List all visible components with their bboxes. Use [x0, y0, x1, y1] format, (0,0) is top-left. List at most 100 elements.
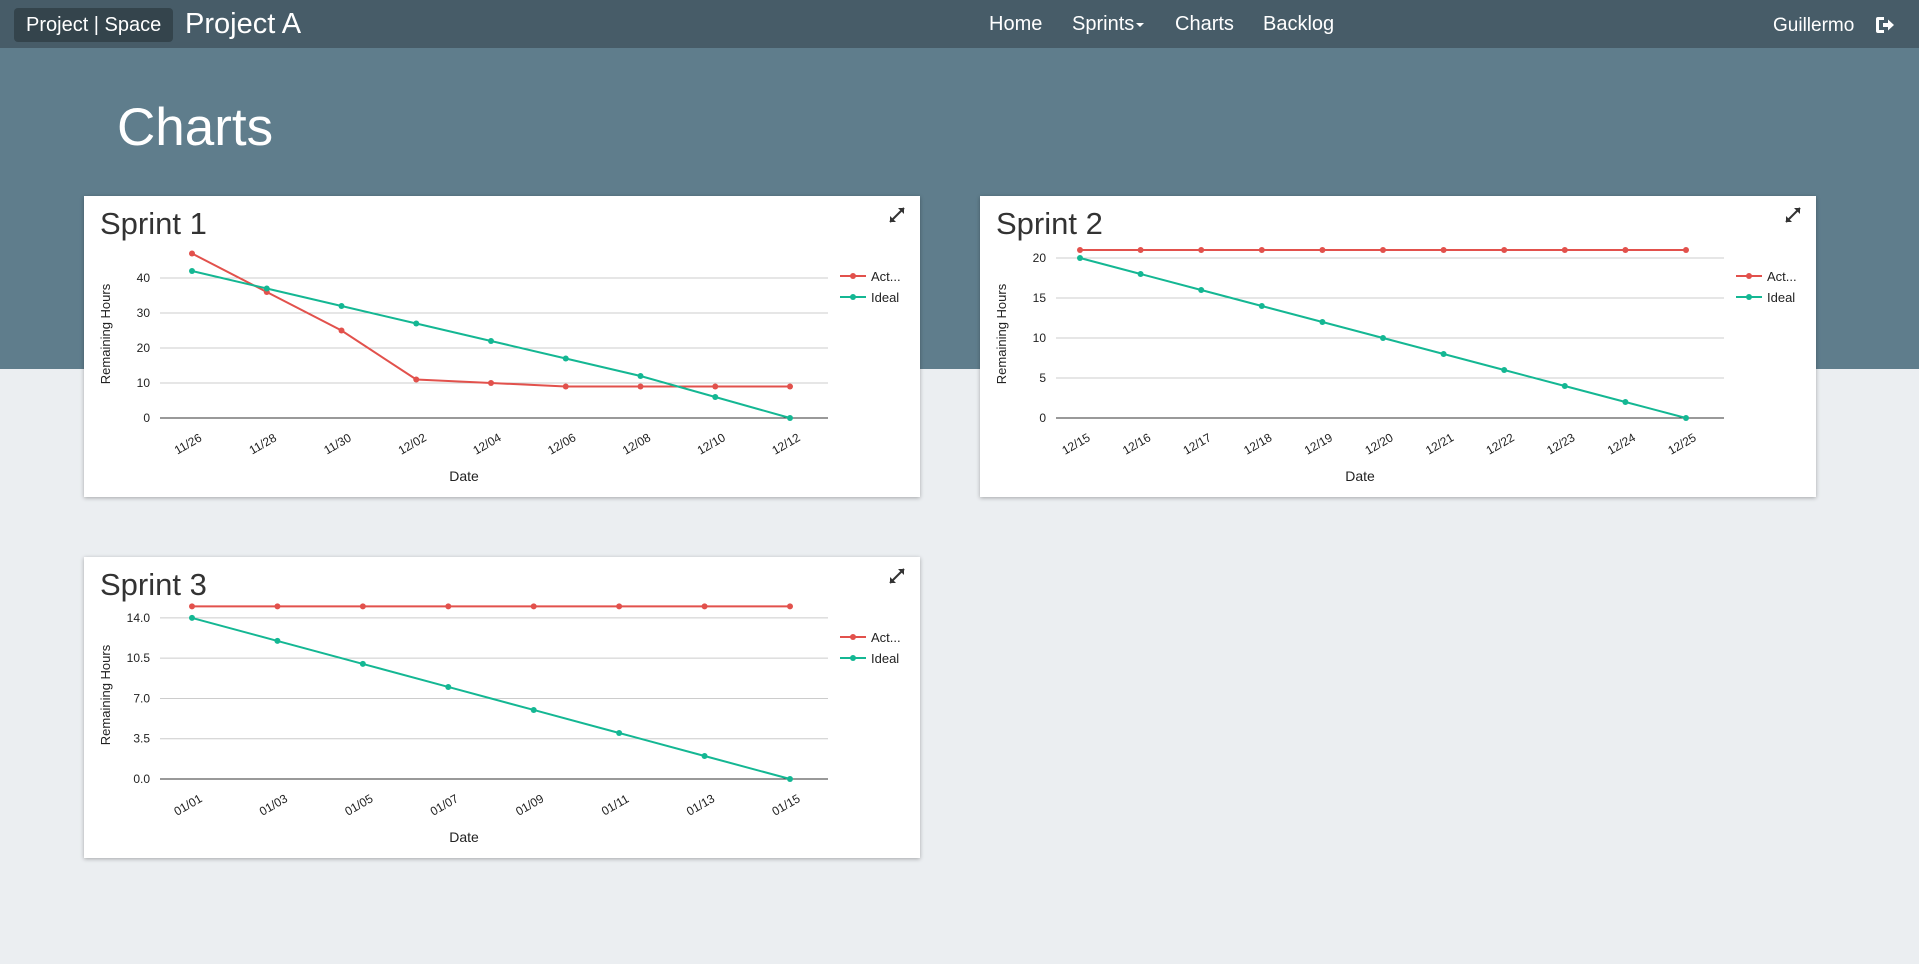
x-tick-label: 11/30 [321, 430, 354, 457]
data-point-actual [445, 603, 452, 610]
data-point-actual [1561, 247, 1568, 253]
y-tick-label: 20 [1033, 251, 1047, 265]
sign-out-icon[interactable] [1874, 14, 1896, 36]
y-tick-label: 0.0 [133, 772, 150, 786]
x-axis-title: Date [449, 829, 479, 845]
data-point-actual [787, 383, 793, 390]
data-point-actual [1137, 247, 1144, 253]
x-tick-label: 01/03 [257, 791, 290, 818]
y-tick-label: 0 [143, 411, 150, 425]
y-tick-label: 10 [137, 376, 151, 390]
y-axis-title: Remaining Hours [98, 644, 113, 745]
y-tick-label: 7.0 [133, 691, 150, 705]
nav-home[interactable]: Home [989, 12, 1042, 36]
x-tick-label: 12/12 [769, 430, 802, 457]
x-tick-label: 12/02 [396, 430, 429, 457]
page-title: Charts [117, 98, 274, 157]
data-point-ideal [488, 338, 494, 344]
series-line-ideal [191, 270, 791, 419]
top-navbar: Project | Space Project A Home Sprints C… [0, 0, 1919, 48]
data-point-ideal [445, 683, 452, 690]
x-tick-label: 12/04 [470, 430, 503, 457]
x-tick-label: 12/17 [1181, 430, 1214, 457]
user-name[interactable]: Guillermo [1773, 14, 1854, 38]
data-point-actual [1501, 247, 1508, 253]
x-tick-label: 12/23 [1544, 430, 1577, 457]
chart-card-sprint-3: Sprint 3 0.0 3.5 7.0 10.5 14.0 01/01 01/03 01/0… [84, 557, 920, 858]
data-point-actual [189, 603, 195, 610]
data-point-ideal [1380, 335, 1386, 341]
legend-label: Ideal [871, 290, 899, 305]
data-point-ideal [263, 285, 270, 292]
data-point-actual [274, 603, 281, 610]
x-axis-title: Date [1345, 468, 1375, 484]
project-name[interactable]: Project A [185, 6, 301, 42]
y-tick-label: 30 [137, 306, 151, 320]
data-point-ideal [712, 394, 719, 400]
burndown-chart: 0 10 20 30 40 11/26 11/28 11/30 12/02 12/04 12/06 1… [98, 250, 901, 484]
data-point-actual [712, 383, 719, 390]
y-tick-label: 10.5 [127, 651, 151, 665]
data-point-ideal [1683, 415, 1689, 421]
data-point-actual [637, 383, 644, 390]
y-tick-label: 3.5 [133, 732, 150, 746]
x-tick-label: 12/21 [1423, 430, 1456, 457]
caret-down-icon [1136, 22, 1145, 27]
nav-charts[interactable]: Charts [1175, 12, 1234, 36]
data-point-ideal [562, 355, 569, 362]
data-point-ideal [530, 706, 537, 713]
data-point-actual [1077, 247, 1083, 253]
nav-sprints-label: Sprints [1072, 13, 1135, 35]
legend-label: Act... [1767, 269, 1797, 284]
x-tick-label: 12/18 [1241, 430, 1274, 457]
data-point-ideal [189, 614, 195, 621]
x-tick-label: 12/22 [1484, 430, 1517, 457]
nav-backlog[interactable]: Backlog [1263, 12, 1334, 36]
y-axis-title: Remaining Hours [98, 283, 113, 384]
data-point-ideal [787, 415, 793, 421]
data-point-actual [1319, 247, 1326, 253]
data-point-actual [1380, 247, 1386, 253]
data-point-actual [530, 603, 537, 610]
legend-marker [850, 273, 856, 279]
x-tick-label: 12/10 [695, 430, 728, 457]
chart-card-sprint-1: Sprint 1 0 10 20 30 40 11/26 11/28 11/30 12/02 12… [84, 196, 920, 497]
data-point-actual [359, 603, 366, 610]
x-tick-label: 12/08 [620, 430, 653, 457]
data-point-actual [616, 603, 623, 610]
data-point-ideal [787, 776, 793, 782]
x-tick-label: 01/15 [769, 791, 802, 818]
data-point-actual [1440, 247, 1447, 253]
x-tick-label: 12/24 [1605, 430, 1638, 457]
data-point-actual [1258, 247, 1265, 253]
nav-sprints-dropdown[interactable]: Sprints [1072, 12, 1145, 36]
series-line-actual [191, 252, 790, 388]
y-tick-label: 10 [1033, 331, 1047, 345]
legend-label: Ideal [1767, 290, 1795, 305]
brand-logo[interactable]: Project | Space [14, 8, 174, 42]
data-point-ideal [413, 320, 420, 327]
data-point-actual [338, 327, 345, 334]
legend-marker [1746, 273, 1752, 279]
y-tick-label: 15 [1033, 291, 1047, 305]
x-tick-label: 01/09 [513, 791, 546, 818]
y-tick-label: 40 [137, 271, 151, 285]
data-point-actual [413, 376, 420, 383]
data-point-ideal [1198, 287, 1205, 293]
data-point-actual [189, 250, 195, 257]
x-tick-label: 01/07 [428, 791, 461, 818]
data-point-ideal [1077, 255, 1083, 261]
data-point-ideal [1319, 319, 1326, 325]
data-point-ideal [274, 637, 281, 644]
x-tick-label: 01/01 [171, 791, 204, 818]
x-tick-label: 11/28 [247, 430, 280, 457]
x-tick-label: 12/15 [1059, 430, 1092, 457]
x-tick-label: 12/16 [1120, 430, 1153, 457]
y-tick-label: 5 [1039, 371, 1046, 385]
legend-label: Act... [871, 269, 901, 284]
legend-marker [850, 655, 856, 661]
burndown-chart: 0.0 3.5 7.0 10.5 14.0 01/01 01/03 01/05 01/07 01/… [98, 603, 901, 845]
data-point-ideal [1561, 383, 1568, 389]
data-point-ideal [701, 752, 708, 759]
data-point-ideal [637, 373, 644, 379]
